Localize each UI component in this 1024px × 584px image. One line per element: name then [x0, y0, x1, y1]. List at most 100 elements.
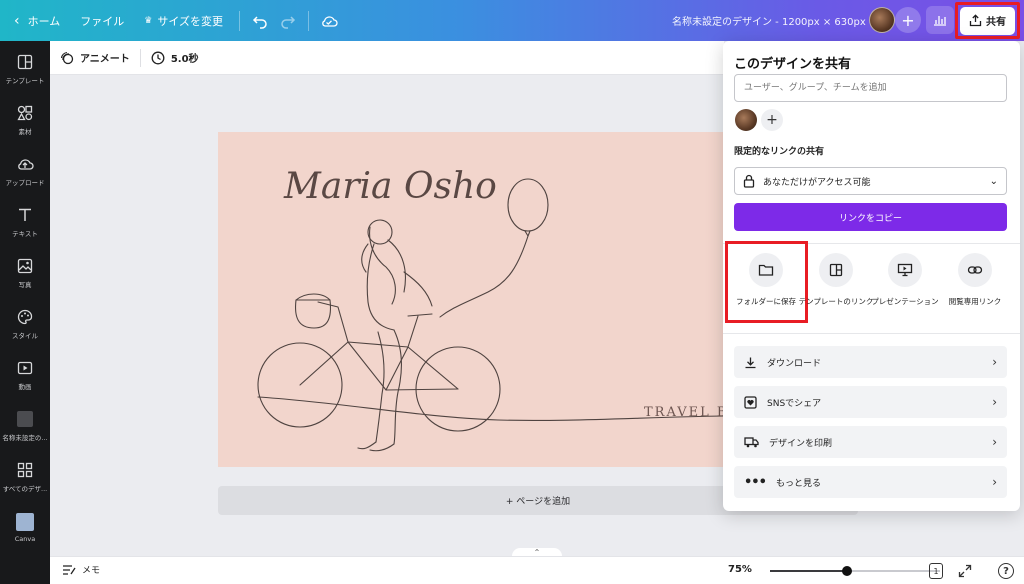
sidebar-item-label: テキスト — [12, 229, 38, 238]
duration-button[interactable]: 5.0秒 — [141, 50, 209, 65]
chevron-left-icon: ‹ — [14, 12, 20, 29]
bar-chart-icon — [934, 16, 946, 26]
share-button[interactable]: 共有 — [960, 6, 1015, 35]
access-level-select[interactable]: あなただけがアクセス可能 ⌄ — [734, 167, 1007, 195]
zoom-slider[interactable] — [770, 566, 940, 576]
sidebar-item-current-design[interactable]: 名称未設定の... — [0, 400, 50, 450]
animate-icon — [60, 51, 74, 64]
row-label: ダウンロード — [767, 358, 822, 369]
help-button[interactable]: ? — [997, 562, 1015, 580]
sidebar-item-styles[interactable]: スタイル — [0, 298, 50, 348]
truck-icon — [744, 437, 759, 448]
view-only-link-option[interactable]: 閲覧専用リンク — [937, 253, 1013, 308]
grid-icon — [15, 460, 35, 480]
share-social-button[interactable]: SNSでシェア › — [734, 386, 1007, 418]
top-bar: ‹ ホーム ファイル ♛ サイズを変更 名称未設定のデザイン - 1200px … — [0, 0, 1024, 41]
cloud-save-button[interactable] — [315, 7, 343, 35]
avatar[interactable] — [735, 109, 757, 131]
add-people-input[interactable] — [734, 74, 1007, 102]
share-label: 共有 — [986, 17, 1006, 28]
sidebar-item-canva[interactable]: Canva — [0, 502, 50, 552]
access-value: あなただけがアクセス可能 — [763, 177, 871, 188]
upload-share-icon — [969, 14, 982, 27]
presentation-option[interactable]: プレゼンテーション — [867, 253, 943, 308]
divider — [239, 10, 241, 31]
design-canvas[interactable]: Maria Osho TRAVEL B — [218, 132, 723, 467]
photo-icon — [15, 256, 35, 276]
avatar[interactable] — [869, 7, 895, 33]
sidebar-item-label: 動画 — [18, 382, 32, 391]
sidebar-item-text[interactable]: テキスト — [0, 196, 50, 246]
sidebar-item-elements[interactable]: 素材 — [0, 94, 50, 144]
notes-icon — [63, 564, 76, 575]
editor-toolbar: アニメート 5.0秒 — [50, 41, 724, 75]
upload-icon — [15, 154, 35, 174]
fullscreen-button[interactable] — [956, 562, 974, 580]
document-title[interactable]: 名称未設定のデザイン - 1200px × 630px — [672, 13, 866, 28]
option-label: 閲覧専用リンク — [948, 297, 1002, 306]
template-link-option[interactable]: テンプレートのリンク — [798, 253, 874, 308]
home-label: ホーム — [27, 14, 61, 28]
undo-button[interactable] — [246, 7, 274, 35]
elements-icon — [15, 103, 35, 123]
undo-icon — [252, 15, 267, 29]
add-collaborator-button[interactable]: + — [895, 7, 921, 33]
left-sidebar: テンプレート 素材 アップロード テキスト 写真 スタイル 動画 名称未設定の.… — [0, 41, 50, 584]
sidebar-item-videos[interactable]: 動画 — [0, 349, 50, 399]
see-more-button[interactable]: ••• もっと見る › — [734, 466, 1007, 498]
link-icon — [958, 253, 992, 287]
sidebar-item-label: すべてのデザ... — [2, 484, 48, 493]
sidebar-item-label: 名称未設定の... — [2, 433, 48, 442]
chevron-right-icon: › — [992, 435, 997, 449]
row-label: SNSでシェア — [767, 398, 822, 409]
lock-icon — [743, 174, 755, 188]
chevron-right-icon: › — [992, 395, 997, 409]
canva-icon — [15, 512, 35, 532]
add-person-button[interactable]: + — [761, 109, 783, 131]
plus-icon: + — [901, 10, 915, 30]
option-label: プレゼンテーション — [871, 297, 939, 306]
sidebar-item-label: アップロード — [5, 178, 45, 187]
plus-icon: + — [766, 112, 778, 128]
chevron-right-icon: › — [992, 355, 997, 369]
divider — [308, 10, 310, 31]
memo-label: メモ — [82, 566, 101, 576]
share-panel: このデザインを共有 + 限定的なリンクの共有 あなただけがアクセス可能 ⌄ リン… — [723, 41, 1020, 511]
memo-button[interactable]: メモ — [62, 563, 100, 576]
page-count-button[interactable]: 1 — [927, 562, 945, 580]
sidebar-item-templates[interactable]: テンプレート — [0, 43, 50, 93]
zoom-slider-fill — [770, 570, 847, 572]
save-to-folder-option[interactable]: フォルダーに保存 — [728, 253, 804, 308]
sidebar-item-all-designs[interactable]: すべてのデザ... — [0, 451, 50, 501]
palette-icon — [15, 307, 35, 327]
duration-label: 5.0秒 — [170, 54, 199, 65]
download-button[interactable]: ダウンロード › — [734, 346, 1007, 378]
share-panel-title: このデザインを共有 — [734, 57, 852, 72]
file-menu-button[interactable]: ファイル — [70, 0, 134, 41]
travel-heading: TRAVEL B — [644, 405, 723, 420]
zoom-slider-handle[interactable] — [841, 566, 852, 576]
chevron-right-icon: › — [992, 475, 997, 489]
home-button[interactable]: ‹ ホーム — [0, 0, 70, 41]
row-label: デザインを印刷 — [769, 438, 833, 449]
insights-button[interactable] — [926, 6, 954, 34]
pages-icon: 1 — [929, 563, 943, 579]
redo-icon — [281, 15, 296, 29]
sidebar-item-uploads[interactable]: アップロード — [0, 145, 50, 195]
video-icon — [15, 358, 35, 378]
download-icon — [745, 357, 756, 368]
animate-label: アニメート — [80, 54, 130, 65]
zoom-level[interactable]: 75% — [728, 564, 752, 575]
copy-link-button[interactable]: リンクをコピー — [734, 203, 1007, 231]
sidebar-item-label: 写真 — [18, 280, 32, 289]
template-icon — [15, 52, 35, 72]
sidebar-item-photos[interactable]: 写真 — [0, 247, 50, 297]
animate-button[interactable]: アニメート — [50, 50, 140, 65]
redo-button[interactable] — [274, 7, 302, 35]
print-design-button[interactable]: デザインを印刷 › — [734, 426, 1007, 458]
chevron-down-icon: ⌄ — [989, 175, 998, 187]
sidebar-item-label: 素材 — [18, 127, 32, 136]
resize-label: サイズを変更 — [157, 14, 224, 28]
resize-button[interactable]: ♛ サイズを変更 — [134, 0, 233, 41]
presentation-icon — [888, 253, 922, 287]
